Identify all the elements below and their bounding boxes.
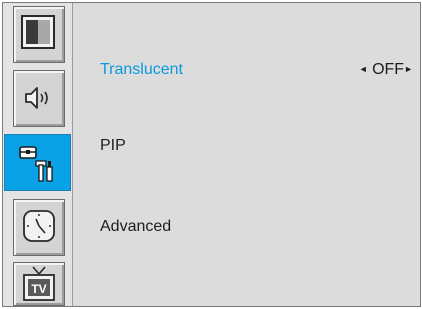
menu-item-advanced[interactable]: Advanced [100,218,171,236]
category-sidebar: TV [3,3,73,306]
right-arrow-icon[interactable]: ► [404,64,413,74]
osd-menu-panel: TV Translucent ◄ OFF► PIP Advanced [2,2,421,307]
sidebar-item-tv[interactable]: TV [13,262,65,306]
sidebar-item-time[interactable] [13,199,65,256]
sidebar-item-setup[interactable] [4,134,71,191]
setup-tools-icon [19,146,53,182]
setup-menu-content: Translucent ◄ OFF► PIP Advanced [73,3,420,306]
sound-icon [25,87,48,109]
svg-text:TV: TV [31,282,46,296]
sidebar-item-picture[interactable] [13,6,65,63]
left-arrow-icon[interactable]: ◄ [359,64,368,74]
clock-icon [23,210,55,242]
translucent-value-selector[interactable]: ◄ OFF► [359,61,413,79]
sidebar-item-sound[interactable] [13,70,65,127]
menu-item-pip[interactable]: PIP [100,137,126,155]
tv-icon: TV [23,266,55,301]
picture-icon [21,15,55,49]
translucent-value: OFF [372,61,405,78]
menu-item-translucent[interactable]: Translucent [100,61,183,79]
